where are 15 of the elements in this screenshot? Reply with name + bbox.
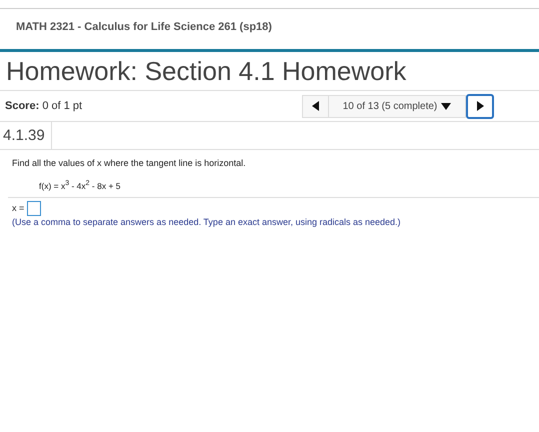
function-formula: f(x) = x$^{3}$ - 4x$^{2}$ - 8x + 5	[8, 168, 539, 198]
problem-number: 4.1.39	[0, 122, 52, 149]
right-triangle-icon	[476, 101, 484, 111]
score-text: Score: 0 of 1 pt	[5, 100, 84, 112]
left-triangle-icon	[312, 101, 319, 111]
course-title: MATH 2321 - Calculus for Life Science 261 (sp18)	[15, 20, 273, 35]
previous-button[interactable]	[302, 94, 329, 118]
page-title: Homework: Section 4.1 Homework	[0, 52, 539, 91]
next-button[interactable]	[466, 94, 494, 118]
hint-text: (Use a comma to separate answers as needed. Type an exact answer, using radicals as needed.)	[11, 216, 402, 228]
caret-icon	[441, 102, 452, 110]
question-dropdown[interactable]: 10 of 13 (5 complete)	[329, 94, 466, 118]
answer-label: x =	[12, 203, 24, 214]
answer-field[interactable]	[27, 200, 42, 216]
question-text: Find all the values of x where the tangent line is horizontal.	[11, 157, 247, 168]
